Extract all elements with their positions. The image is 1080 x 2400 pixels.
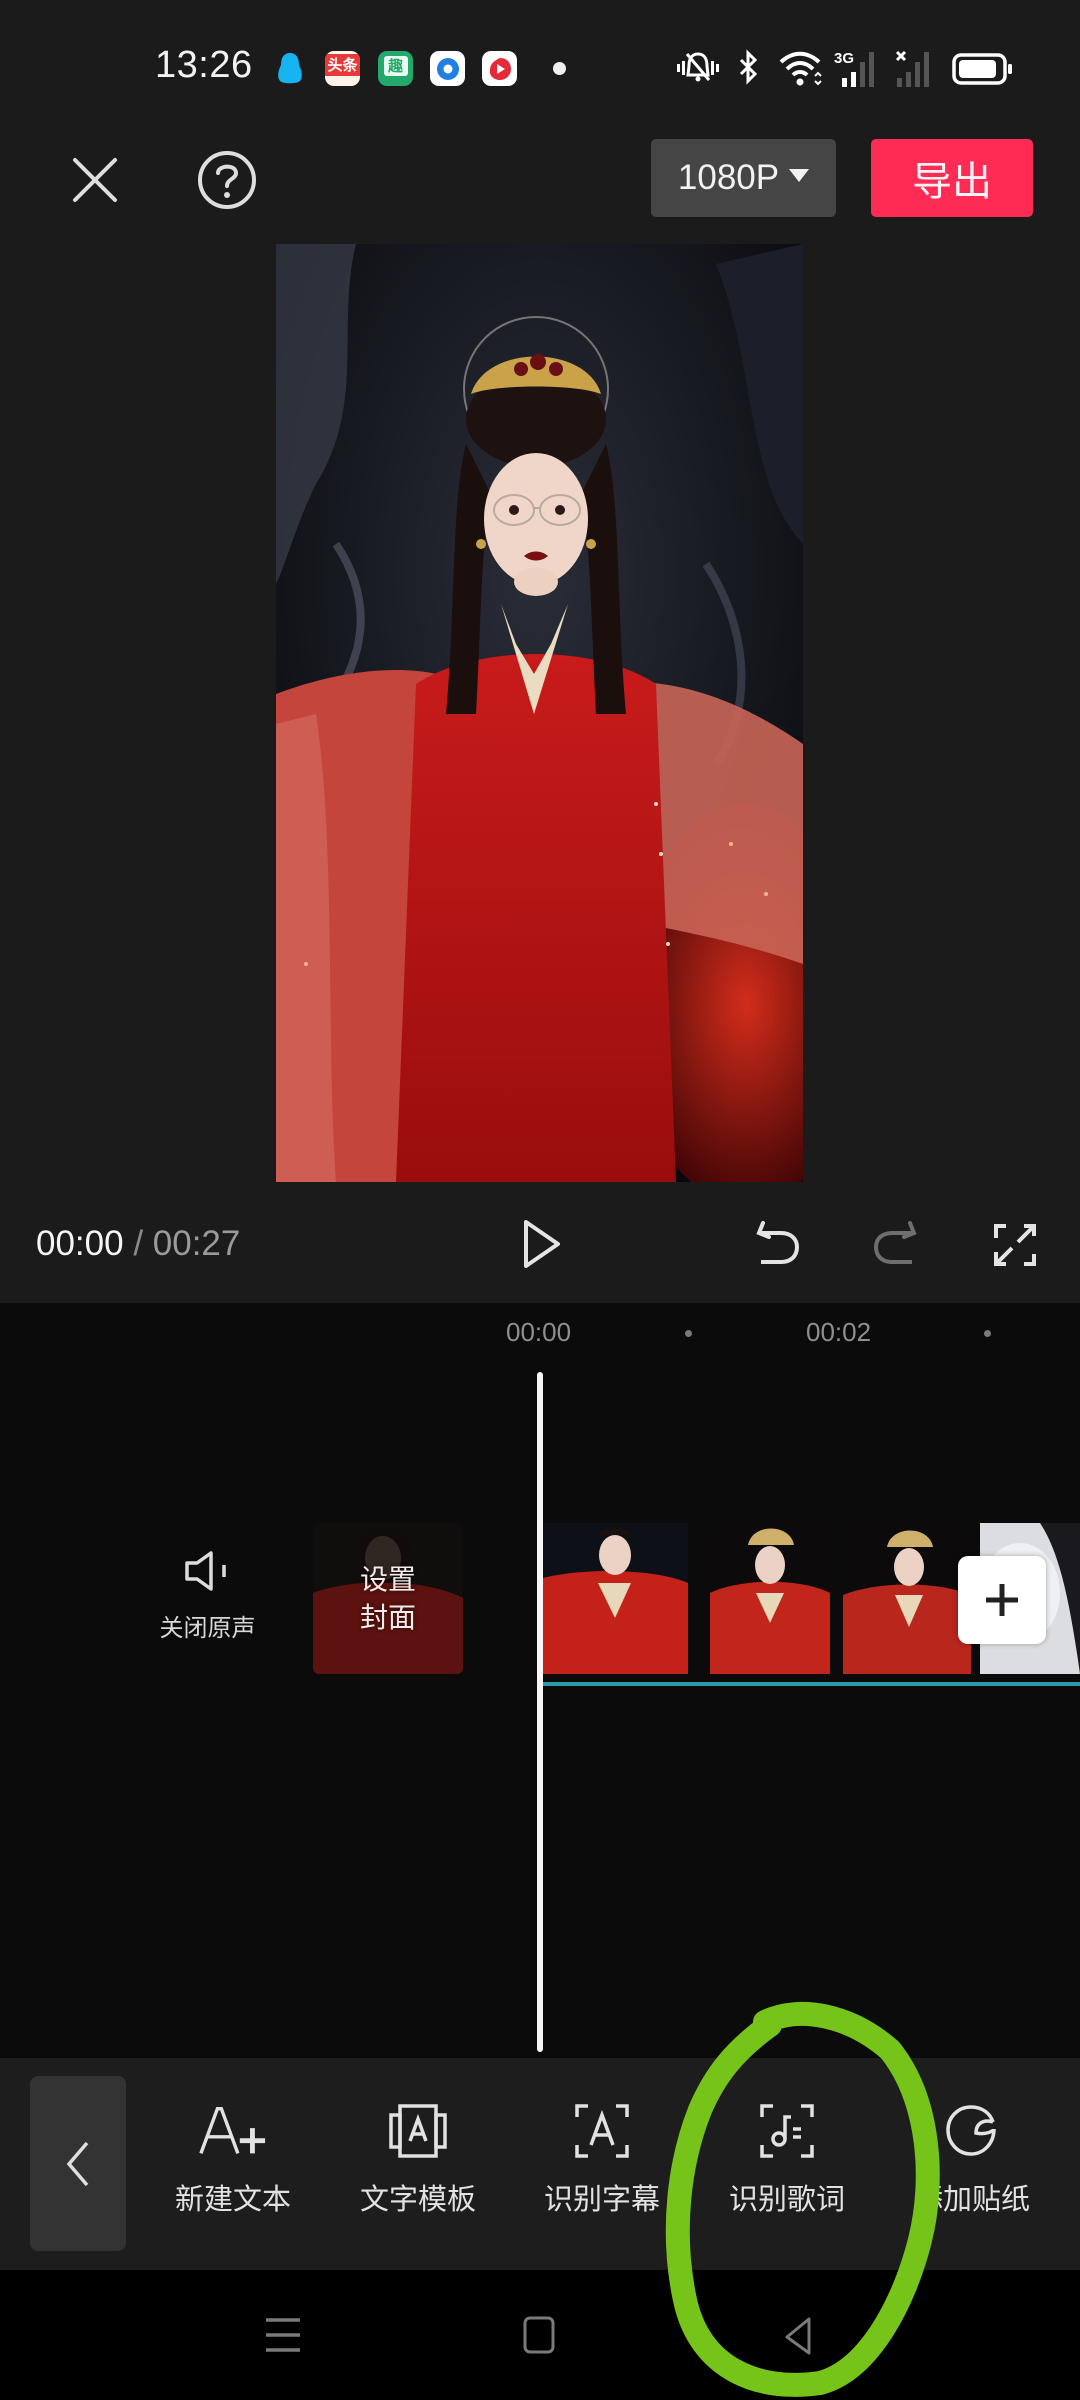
signal-3g-icon: 3G [834, 50, 874, 87]
time-readout: 00:00 / 00:27 [36, 1224, 240, 1264]
nav-menu-button[interactable] [250, 2310, 316, 2360]
redo-button[interactable] [865, 1214, 925, 1274]
video-app-notification-icon [482, 51, 517, 86]
total-time: 00:27 [152, 1224, 241, 1263]
wifi-icon [779, 51, 822, 86]
play-button[interactable] [512, 1214, 572, 1274]
set-cover-label-line1: 设置 [359, 1563, 416, 1595]
tool-text-template[interactable]: 文字模板 [338, 2100, 498, 2230]
add-clip-button[interactable] [958, 1556, 1046, 1644]
toutiao-notification-icon: 头条 [325, 51, 360, 86]
sticker-icon [946, 2105, 996, 2156]
text-template-icon [389, 2104, 447, 2158]
play-icon [524, 1220, 560, 1268]
toutiao-label: 头条 [325, 53, 360, 76]
tool-label: 添加贴纸 [913, 2184, 1030, 2216]
mute-original-audio-button[interactable]: 关闭原声 [150, 1550, 265, 1660]
signal-no-service-icon [895, 50, 929, 87]
tool-new-text[interactable]: 新建文本 [153, 2100, 313, 2230]
add-text-icon [199, 2106, 266, 2154]
mute-vibrate-icon [677, 52, 719, 82]
help-button[interactable] [190, 143, 264, 217]
caret-down-icon [789, 168, 810, 182]
current-time: 00:00 [36, 1224, 124, 1263]
fullscreen-icon [994, 1224, 1036, 1266]
set-cover-label: 设置 封面 [313, 1523, 463, 1674]
speaker-icon [184, 1551, 226, 1591]
timeline-tick-label: 00:02 [806, 1317, 872, 1347]
close-icon [73, 158, 117, 202]
close-button[interactable] [60, 145, 130, 215]
clip-frame [843, 1523, 971, 1674]
recognize-subtitles-icon [575, 2104, 629, 2158]
timeline-tick-dot [984, 1330, 991, 1337]
tool-label: 识别歌词 [728, 2184, 845, 2216]
nav-back-button[interactable] [765, 2310, 831, 2360]
qq-notification-icon [272, 51, 307, 86]
tool-recognize-lyrics[interactable]: 识别歌词 [707, 2100, 867, 2230]
status-bar: 13:26 头条 趣 3G [0, 0, 1080, 130]
timeline-tick-label: 00:00 [506, 1317, 572, 1347]
tool-label: 识别字幕 [543, 2184, 660, 2216]
tool-label: 新建文本 [174, 2184, 291, 2216]
network-type-label: 3G [834, 50, 854, 67]
clip-frame [543, 1523, 688, 1674]
undo-icon [756, 1221, 800, 1264]
battery-level-fill [959, 60, 996, 78]
status-time: 13:26 [155, 44, 253, 86]
set-cover-button[interactable]: 设置 封面 [313, 1523, 463, 1674]
mute-original-audio-label: 关闭原声 [159, 1615, 256, 1642]
track-underline [543, 1682, 1080, 1686]
qutoutiao-notification-icon: 趣 [378, 51, 413, 86]
back-icon [785, 2317, 811, 2355]
video-frame-image [276, 244, 803, 1182]
battery-icon [952, 53, 1012, 85]
playhead[interactable] [537, 1372, 543, 2052]
nav-home-button[interactable] [506, 2310, 572, 2360]
tool-recognize-subtitles[interactable]: 识别字幕 [522, 2100, 682, 2230]
resolution-value: 1080P [677, 158, 780, 197]
timeline-tick-dot [685, 1330, 692, 1337]
recognize-lyrics-icon [760, 2104, 814, 2158]
home-icon [523, 2316, 555, 2354]
tool-label: 文字模板 [359, 2184, 476, 2216]
time-separator: / [123, 1224, 153, 1263]
redo-icon [873, 1221, 917, 1264]
export-button[interactable]: 导出 [871, 139, 1033, 217]
clip-frame [706, 1523, 834, 1674]
more-notifications-dot [553, 62, 566, 75]
browser-notification-icon [430, 51, 465, 86]
help-icon [198, 151, 256, 209]
set-cover-label-line2: 封面 [359, 1601, 416, 1633]
resolution-dropdown[interactable]: 1080P [651, 139, 836, 217]
plus-icon [986, 1584, 1018, 1616]
fullscreen-button[interactable] [984, 1214, 1046, 1276]
tool-add-sticker[interactable]: 添加贴纸 [892, 2100, 1052, 2230]
toolbar-back-button[interactable] [30, 2076, 126, 2251]
chevron-left-icon [66, 2141, 89, 2186]
bluetooth-icon [739, 49, 758, 85]
menu-icon [266, 2318, 300, 2352]
qutoutiao-label: 趣 [383, 55, 408, 76]
video-preview[interactable] [276, 244, 803, 1182]
undo-button[interactable] [748, 1214, 808, 1274]
